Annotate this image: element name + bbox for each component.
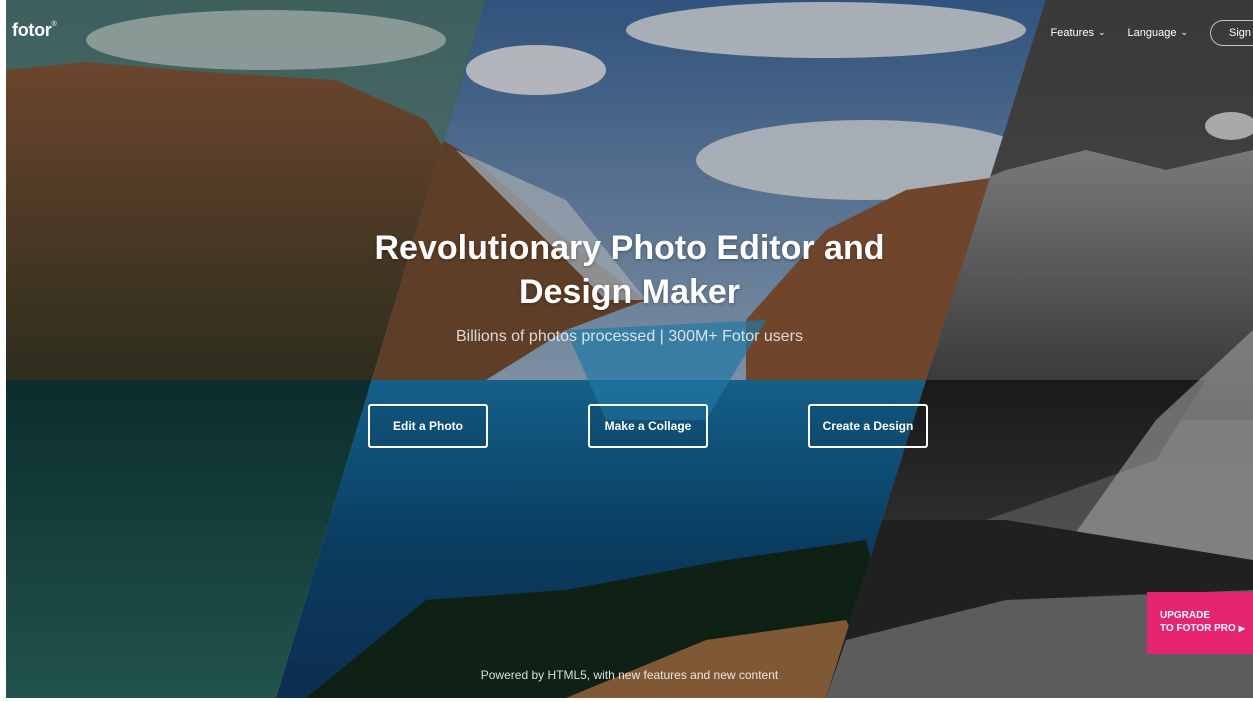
registered-mark: ®	[51, 21, 57, 28]
sign-in-button[interactable]: Sign	[1210, 20, 1253, 46]
sign-in-label: Sign	[1229, 27, 1252, 39]
chevron-down-icon: ⌄	[1097, 26, 1106, 37]
make-collage-button[interactable]: Make a Collage	[588, 404, 708, 448]
nav-menu: Features ⌄ Language ⌄ Sign	[1051, 20, 1253, 46]
nav-features-label: Features	[1050, 27, 1094, 39]
landing-page: fotor® Features ⌄ Language ⌄ Sign Revolu…	[6, 0, 1253, 698]
chevron-down-icon: ⌄	[1180, 26, 1188, 37]
cta-group: Edit a Photo Make a Collage Create a Des…	[6, 404, 1253, 448]
hero-title: Revolutionary Photo Editor and Design Ma…	[374, 229, 885, 311]
upgrade-line1: UPGRADE	[1160, 610, 1211, 621]
edit-photo-button[interactable]: Edit a Photo	[368, 404, 488, 448]
create-design-label: Create a Design	[822, 419, 914, 433]
top-navigation: fotor® Features ⌄ Language ⌄ Sign	[6, 0, 1253, 64]
dark-overlay	[6, 0, 1253, 698]
nav-language[interactable]: Language ⌄	[1127, 26, 1189, 40]
triangle-right-icon: ▶	[1238, 624, 1245, 633]
powered-by-note: Powered by HTML5, with new features and …	[480, 668, 779, 682]
logo-text: fotor	[12, 20, 52, 40]
hero-section: Revolutionary Photo Editor and Design Ma…	[6, 226, 1253, 346]
make-collage-label: Make a Collage	[604, 419, 692, 433]
nav-language-label: Language	[1127, 27, 1177, 39]
create-design-button[interactable]: Create a Design	[808, 404, 928, 448]
upgrade-line2: TO FOTOR PRO	[1160, 623, 1236, 634]
nav-features[interactable]: Features ⌄	[1050, 26, 1106, 40]
fotor-logo[interactable]: fotor®	[12, 20, 57, 41]
upgrade-pro-button[interactable]: UPGRADE TO FOTOR PRO ▶	[1147, 592, 1253, 654]
hero-subtitle: Billions of photos processed | 300M+ Fot…	[456, 328, 803, 345]
edit-photo-label: Edit a Photo	[393, 419, 463, 433]
